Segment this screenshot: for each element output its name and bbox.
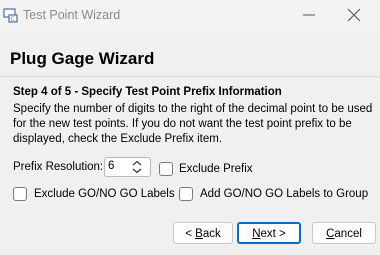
header-divider — [0, 76, 380, 77]
wizard-heading: Plug Gage Wizard — [10, 49, 155, 68]
back-button[interactable]: < Back — [173, 222, 233, 244]
window-title: Test Point Wizard — [23, 8, 121, 22]
exclude-prefix-checkbox[interactable] — [159, 162, 173, 176]
title-bar: C Test Point Wizard — [0, 0, 380, 32]
description-line: for the new test points. If you do not w… — [13, 118, 352, 130]
add-go-nogo-checkbox[interactable] — [179, 187, 193, 201]
close-icon[interactable] — [347, 8, 361, 22]
next-button[interactable]: Next > — [237, 222, 301, 244]
description-line: displayed, check the Exclude Prefix item… — [13, 133, 223, 145]
cancel-button[interactable]: Cancel — [312, 222, 376, 244]
exclude-go-nogo-checkbox[interactable] — [13, 187, 27, 201]
exclude-go-nogo-label[interactable]: Exclude GO/NO GO Labels — [34, 188, 175, 200]
step-title: Step 4 of 5 - Specify Test Point Prefix … — [13, 86, 282, 98]
exclude-prefix-label[interactable]: Exclude Prefix — [179, 163, 253, 175]
description-line: Specify the number of digits to the righ… — [13, 103, 373, 115]
minimize-icon[interactable] — [302, 8, 316, 22]
spinner-arrows-icon[interactable] — [130, 159, 144, 175]
prefix-resolution-label: Prefix Resolution: — [13, 161, 104, 173]
add-go-nogo-label[interactable]: Add GO/NO GO Labels to Group — [200, 188, 368, 200]
prefix-resolution-value[interactable]: 6 — [108, 160, 114, 172]
app-icon: C — [3, 8, 18, 23]
svg-text:C: C — [11, 16, 15, 23]
prefix-resolution-spinner[interactable]: 6 — [104, 157, 151, 177]
